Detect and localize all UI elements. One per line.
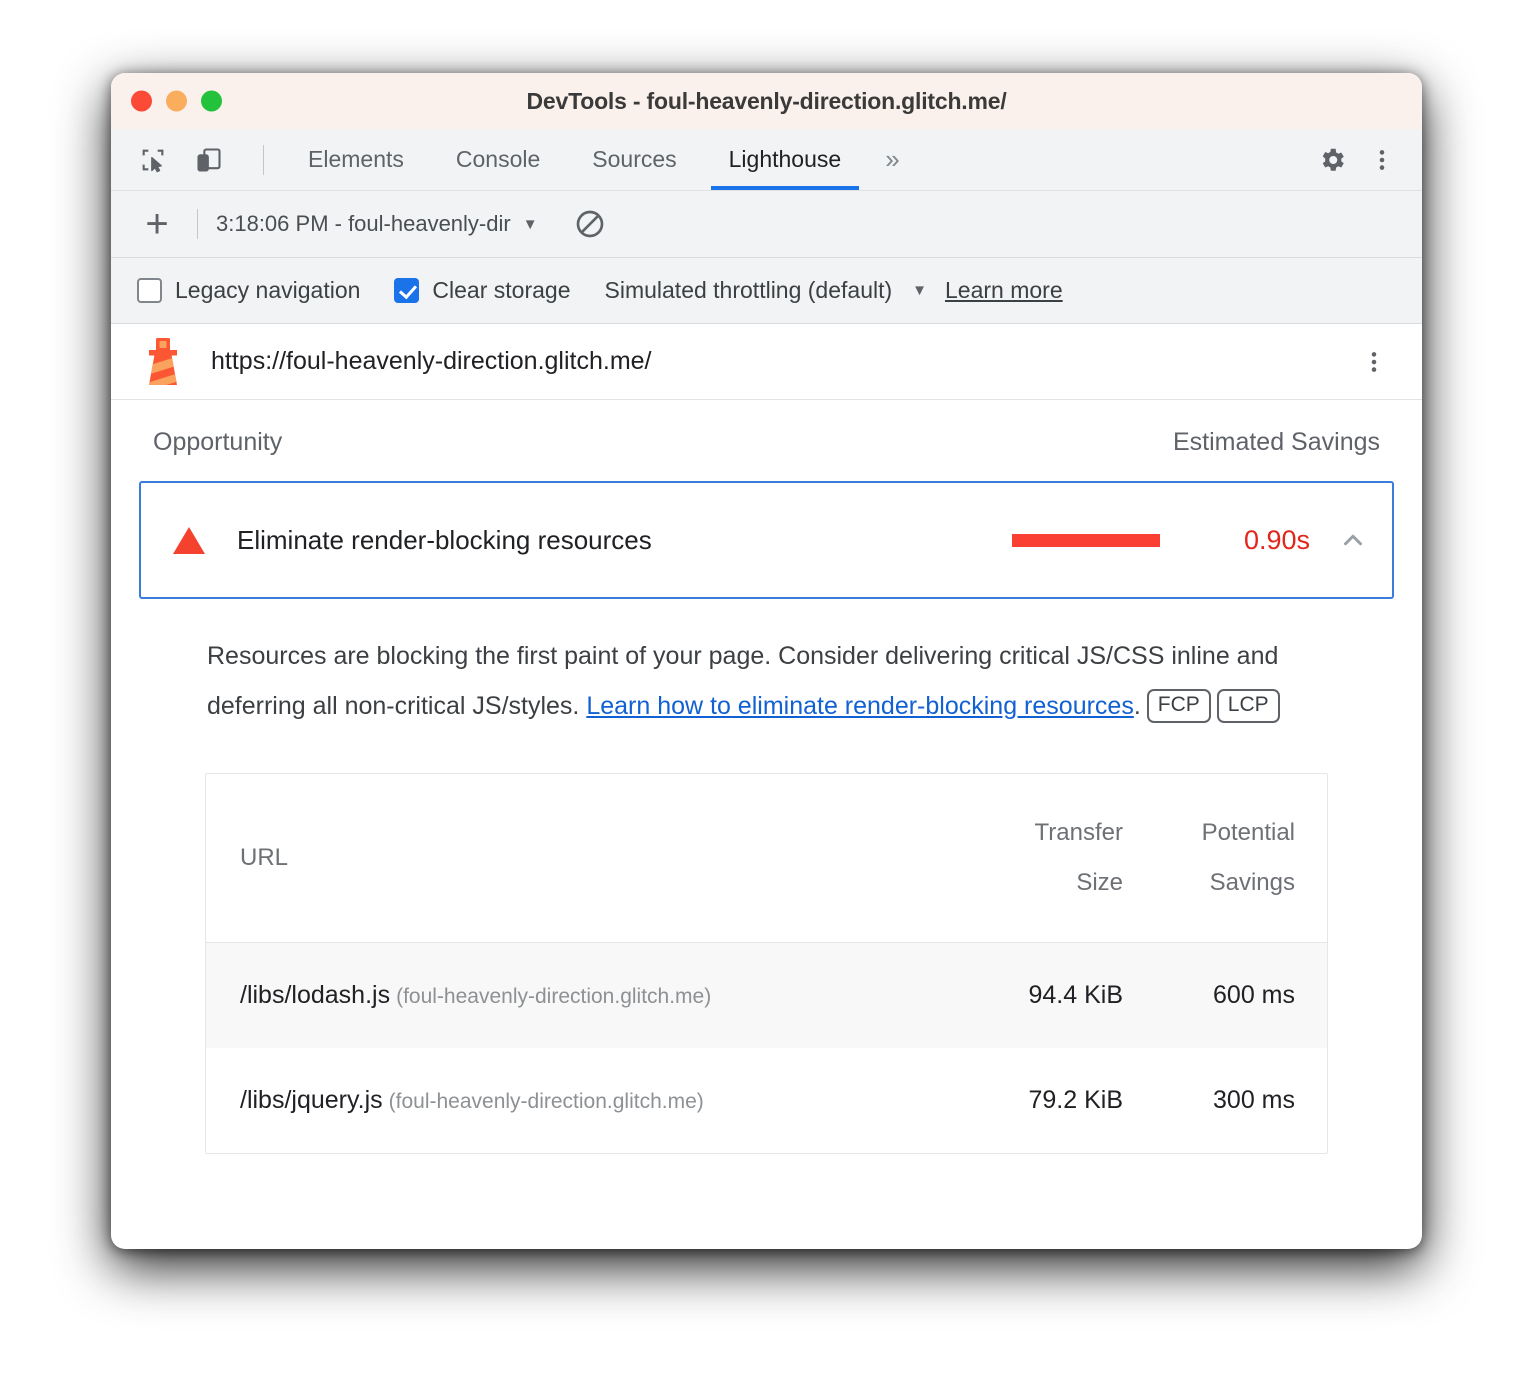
window-controls	[131, 90, 222, 112]
lighthouse-options-bar: Legacy navigation Clear storage Simulate…	[111, 258, 1422, 324]
table-cell-transfer-size: 79.2 KiB	[1028, 1086, 1123, 1114]
header-line-2: Savings	[1209, 869, 1295, 896]
resource-origin: (foul-heavenly-direction.glitch.me)	[388, 1090, 704, 1113]
report-select-value: 3:18:06 PM - foul-heavenly-dir	[216, 211, 511, 236]
table-cell-potential-savings: 600 ms	[1213, 981, 1295, 1009]
toolbar-divider	[197, 209, 198, 239]
savings-gauge-fill	[1012, 533, 1160, 547]
table-cell-potential-savings: 300 ms	[1213, 1086, 1295, 1114]
report-body: Opportunity Estimated Savings Eliminate …	[111, 400, 1422, 1154]
tabbar-right-icons	[1312, 140, 1422, 180]
devtools-tabbar: Elements Console Sources Lighthouse »	[111, 129, 1422, 191]
close-button[interactable]	[131, 90, 152, 112]
opportunity-table-header: Opportunity Estimated Savings	[139, 400, 1394, 481]
resource-path: /libs/jquery.js	[240, 1086, 383, 1114]
throttling-label: Simulated throttling (default)	[604, 277, 893, 303]
gear-icon[interactable]	[1312, 140, 1352, 180]
tab-label: Sources	[592, 146, 677, 172]
chevron-down-icon: ▼	[912, 282, 928, 299]
clear-storage-label: Clear storage	[432, 277, 571, 303]
opportunity-savings: 0.90s	[870, 523, 1370, 557]
table-row: /libs/jquery.js (foul-heavenly-direction.…	[206, 1048, 1327, 1153]
table-row: /libs/lodash.js (foul-heavenly-direction.…	[206, 942, 1327, 1049]
table-cell-url: /libs/lodash.js (foul-heavenly-direction.…	[206, 943, 967, 1049]
render-blocking-resources-table: URL Transfer Size Potential Savings /lib…	[205, 773, 1328, 1154]
tab-label: Console	[455, 146, 541, 172]
table-header-potential-savings: Potential Savings	[1137, 774, 1327, 943]
clear-storage-checkbox[interactable]: Clear storage	[394, 277, 571, 304]
lighthouse-toolbar: + 3:18:06 PM - foul-heavenly-dir ▼	[111, 191, 1422, 258]
tab-label: Elements	[308, 146, 404, 172]
inspect-element-icon[interactable]	[133, 140, 173, 180]
column-header-estimated-savings: Estimated Savings	[1172, 428, 1380, 456]
description-link[interactable]: Learn how to eliminate render-blocking r…	[586, 692, 1134, 720]
legacy-navigation-checkbox[interactable]: Legacy navigation	[137, 277, 360, 304]
table-header-row: URL Transfer Size Potential Savings	[206, 774, 1327, 943]
tabbar-divider	[263, 144, 264, 175]
maximize-button[interactable]	[201, 90, 222, 112]
tab-label: Lighthouse	[728, 146, 842, 172]
resource-path: /libs/lodash.js	[240, 981, 391, 1009]
warning-triangle-icon	[173, 526, 205, 554]
opportunity-row-render-blocking[interactable]: Eliminate render-blocking resources 0.90…	[139, 481, 1394, 599]
header-line-2: Size	[1076, 869, 1123, 896]
tab-console[interactable]: Console	[430, 129, 566, 190]
throttling-select[interactable]: Simulated throttling (default) ▼	[605, 277, 928, 304]
checkbox-box	[394, 278, 420, 303]
window-title: DevTools - foul-heavenly-direction.glitc…	[526, 87, 1007, 114]
kebab-menu-icon[interactable]	[1362, 140, 1402, 180]
opportunity-description: Resources are blocking the first paint o…	[139, 599, 1394, 731]
tab-list: Elements Console Sources Lighthouse »	[282, 129, 918, 190]
resource-origin: (foul-heavenly-direction.glitch.me)	[396, 985, 712, 1008]
more-tabs-icon[interactable]: »	[867, 129, 917, 190]
tab-sources[interactable]: Sources	[566, 129, 702, 190]
table-body: /libs/lodash.js (foul-heavenly-direction.…	[206, 942, 1327, 1154]
table-cell-url: /libs/jquery.js (foul-heavenly-direction.…	[206, 1048, 967, 1153]
tabbar-left-icons	[111, 140, 282, 180]
metric-badge-fcp: FCP	[1146, 689, 1211, 723]
kebab-menu-icon[interactable]	[1352, 340, 1396, 384]
description-text-end: .	[1133, 692, 1141, 720]
report-header: https://foul-heavenly-direction.glitch.m…	[111, 324, 1422, 400]
opportunity-title: Eliminate render-blocking resources	[237, 524, 652, 555]
device-toolbar-icon[interactable]	[189, 140, 229, 180]
legacy-navigation-label: Legacy navigation	[175, 277, 361, 303]
window-titlebar: DevTools - foul-heavenly-direction.glitc…	[111, 73, 1422, 129]
chevron-up-icon[interactable]	[1336, 523, 1370, 557]
devtools-window: DevTools - foul-heavenly-direction.glitc…	[111, 73, 1422, 1249]
no-entry-icon[interactable]	[568, 202, 612, 246]
learn-more-link[interactable]: Learn more	[945, 277, 1063, 304]
new-report-button[interactable]: +	[135, 202, 179, 246]
tab-elements[interactable]: Elements	[282, 129, 430, 190]
table-header-transfer-size: Transfer Size	[967, 774, 1137, 943]
screenshot-root: DevTools - foul-heavenly-direction.glitc…	[0, 0, 1532, 1396]
table-cell-transfer-size: 94.4 KiB	[1028, 981, 1123, 1009]
minimize-button[interactable]	[166, 90, 187, 112]
savings-gauge	[870, 533, 1160, 547]
metric-badge-lcp: LCP	[1216, 689, 1280, 723]
opportunity-savings-value: 0.90s	[1243, 524, 1310, 555]
table-header-url: URL	[206, 774, 967, 943]
table-head: URL Transfer Size Potential Savings	[206, 774, 1327, 943]
checkbox-box	[137, 278, 162, 303]
header-line-1: Transfer	[1034, 819, 1123, 846]
report-url: https://foul-heavenly-direction.glitch.m…	[211, 347, 652, 375]
tab-lighthouse[interactable]: Lighthouse	[703, 129, 868, 190]
lighthouse-icon	[139, 336, 187, 388]
header-line-1: Potential	[1201, 819, 1295, 846]
chevron-down-icon: ▼	[522, 215, 538, 233]
column-header-opportunity: Opportunity	[153, 428, 283, 456]
report-select[interactable]: 3:18:06 PM - foul-heavenly-dir ▼	[216, 211, 538, 237]
